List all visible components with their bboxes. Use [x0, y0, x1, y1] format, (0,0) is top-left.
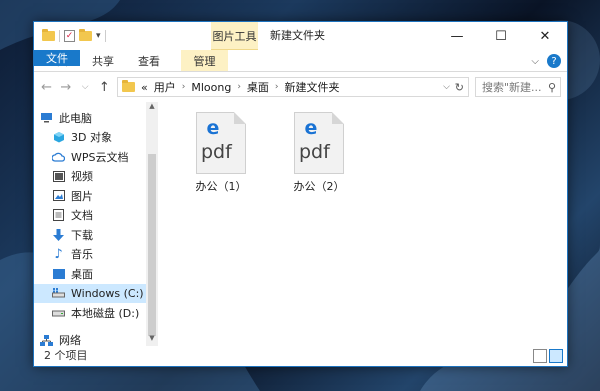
nav-item-label: 桌面 [71, 267, 93, 281]
quick-access-toolbar: ✓ ▾ [34, 29, 106, 42]
scroll-down-icon[interactable]: ▼ [146, 334, 158, 346]
details-view-icon[interactable] [533, 349, 547, 363]
file-name: 办公（1） [195, 180, 247, 193]
download-icon [52, 228, 65, 241]
expand-ribbon-icon[interactable]: ⌵ [531, 56, 539, 67]
title-bar: ✓ ▾ 图片工具 新建文件夹 — ☐ ✕ [34, 22, 567, 50]
drive-d-icon [52, 307, 65, 319]
scroll-up-icon[interactable]: ▲ [146, 102, 158, 114]
contextual-tab-header: 图片工具 [211, 22, 258, 50]
item-count: 2 个项目 [44, 349, 88, 362]
nav-item-label: 图片 [71, 189, 93, 203]
properties-icon[interactable]: ✓ [64, 30, 75, 42]
file-item[interactable]: e pdf 办公（1） [186, 112, 256, 194]
ribbon-right: ⌵ ? [531, 54, 561, 68]
music-icon: ♪ [54, 246, 63, 262]
file-list: e pdf 办公（1） e pdf 办公（2） [158, 102, 567, 346]
nav-item-desktop[interactable]: 桌面 [34, 264, 158, 284]
nav-item-3d-objects[interactable]: 3D 对象 [34, 128, 158, 148]
navigation-bar: ← → ⌵ ↑ « 用户 › Mloong › 桌面 › 新建文件夹 ⌵ ↻ 搜… [34, 72, 567, 102]
search-input[interactable]: 搜索"新建... ⚲ [475, 77, 561, 97]
search-icon: ⚲ [547, 80, 556, 94]
nav-item-windows-c[interactable]: Windows (C:) [34, 283, 158, 303]
window-title: 新建文件夹 [270, 29, 325, 42]
nav-item-label: 本地磁盘 (D:) [71, 306, 140, 320]
pdf-label: pdf [201, 141, 232, 163]
file-item[interactable]: e pdf 办公（2） [284, 112, 354, 194]
refresh-icon[interactable]: ↻ [455, 81, 464, 94]
main-area: 此电脑 3D 对象 WPS云文档 视频 图片 文档 下载 ♪ 音乐 桌面 Win… [34, 102, 567, 347]
nav-item-label: 此电脑 [59, 111, 92, 125]
nav-item-music[interactable]: ♪ 音乐 [34, 245, 158, 265]
breadcrumb-item[interactable]: 桌面 [247, 79, 269, 95]
large-icons-view-icon[interactable] [549, 349, 563, 363]
file-name: 办公（2） [293, 180, 345, 193]
address-bar[interactable]: « 用户 › Mloong › 桌面 › 新建文件夹 ⌵ ↻ [117, 77, 469, 97]
pictures-icon [52, 190, 65, 202]
breadcrumb-overflow[interactable]: « [141, 81, 148, 94]
cube-icon [52, 131, 65, 143]
close-button[interactable]: ✕ [523, 22, 567, 50]
tab-manage[interactable]: 管理 [181, 50, 228, 71]
window-controls: — ☐ ✕ [435, 22, 567, 50]
nav-item-downloads[interactable]: 下载 [34, 225, 158, 245]
breadcrumb-item[interactable]: Mloong [191, 81, 231, 94]
tab-share[interactable]: 共享 [80, 50, 126, 71]
nav-item-label: 视频 [71, 170, 93, 184]
video-icon [52, 170, 65, 182]
nav-pane-scrollbar[interactable]: ▲ ▼ [146, 102, 158, 346]
computer-icon [40, 112, 53, 124]
divider [104, 30, 106, 42]
nav-item-videos[interactable]: 视频 [34, 167, 158, 187]
cloud-icon [52, 151, 65, 163]
navigation-pane: 此电脑 3D 对象 WPS云文档 视频 图片 文档 下载 ♪ 音乐 桌面 Win… [34, 102, 158, 347]
nav-item-this-pc[interactable]: 此电脑 [34, 108, 158, 128]
tab-view[interactable]: 查看 [126, 50, 172, 71]
pdf-file-icon: e pdf [294, 112, 344, 174]
chevron-right-icon[interactable]: › [182, 82, 186, 92]
nav-item-wps-cloud[interactable]: WPS云文档 [34, 147, 158, 167]
edge-logo: e [304, 117, 318, 139]
nav-item-label: 文档 [71, 209, 93, 223]
minimize-button[interactable]: — [435, 22, 479, 50]
network-icon [40, 334, 53, 346]
drive-c-icon [52, 287, 65, 299]
edge-logo: e [206, 117, 220, 139]
address-dropdown-icon[interactable]: ⌵ [443, 82, 450, 92]
nav-item-pictures[interactable]: 图片 [34, 186, 158, 206]
file-explorer-window: ✓ ▾ 图片工具 新建文件夹 — ☐ ✕ 文件 主页 共享 查看 管理 ⌵ ? … [33, 21, 568, 367]
divider [59, 30, 60, 42]
pdf-label: pdf [299, 141, 330, 163]
recent-locations-button[interactable]: ⌵ [79, 82, 92, 92]
new-folder-icon[interactable] [79, 29, 92, 41]
maximize-button[interactable]: ☐ [479, 22, 523, 50]
nav-item-label: 音乐 [71, 248, 93, 262]
folder-icon [42, 29, 55, 41]
chevron-right-icon[interactable]: › [237, 82, 241, 92]
nav-item-label: Windows (C:) [71, 286, 144, 300]
search-placeholder: 搜索"新建... [482, 81, 542, 94]
tab-file[interactable]: 文件 [34, 50, 80, 66]
back-button[interactable]: ← [40, 80, 53, 95]
status-bar: 2 个项目 [34, 346, 567, 366]
documents-icon [52, 209, 65, 222]
help-icon[interactable]: ? [547, 54, 561, 68]
ribbon-tabs: 文件 主页 共享 查看 管理 ⌵ ? [34, 50, 567, 72]
breadcrumb-item[interactable]: 新建文件夹 [285, 79, 340, 95]
nav-item-label: 3D 对象 [71, 131, 112, 145]
breadcrumb-item[interactable]: 用户 [154, 79, 176, 95]
up-button[interactable]: ↑ [98, 80, 111, 95]
folder-icon [122, 80, 135, 92]
nav-item-label: 下载 [71, 228, 93, 242]
nav-item-local-disk-d[interactable]: 本地磁盘 (D:) [34, 303, 158, 323]
scrollbar-thumb[interactable] [148, 154, 156, 336]
pdf-file-icon: e pdf [196, 112, 246, 174]
nav-item-label: WPS云文档 [71, 150, 129, 164]
nav-item-documents[interactable]: 文档 [34, 206, 158, 226]
view-toggle [533, 349, 563, 363]
customize-toolbar-icon[interactable]: ▾ [96, 31, 101, 41]
forward-button[interactable]: → [59, 80, 72, 95]
chevron-right-icon[interactable]: › [275, 82, 279, 92]
desktop-icon [52, 268, 65, 280]
